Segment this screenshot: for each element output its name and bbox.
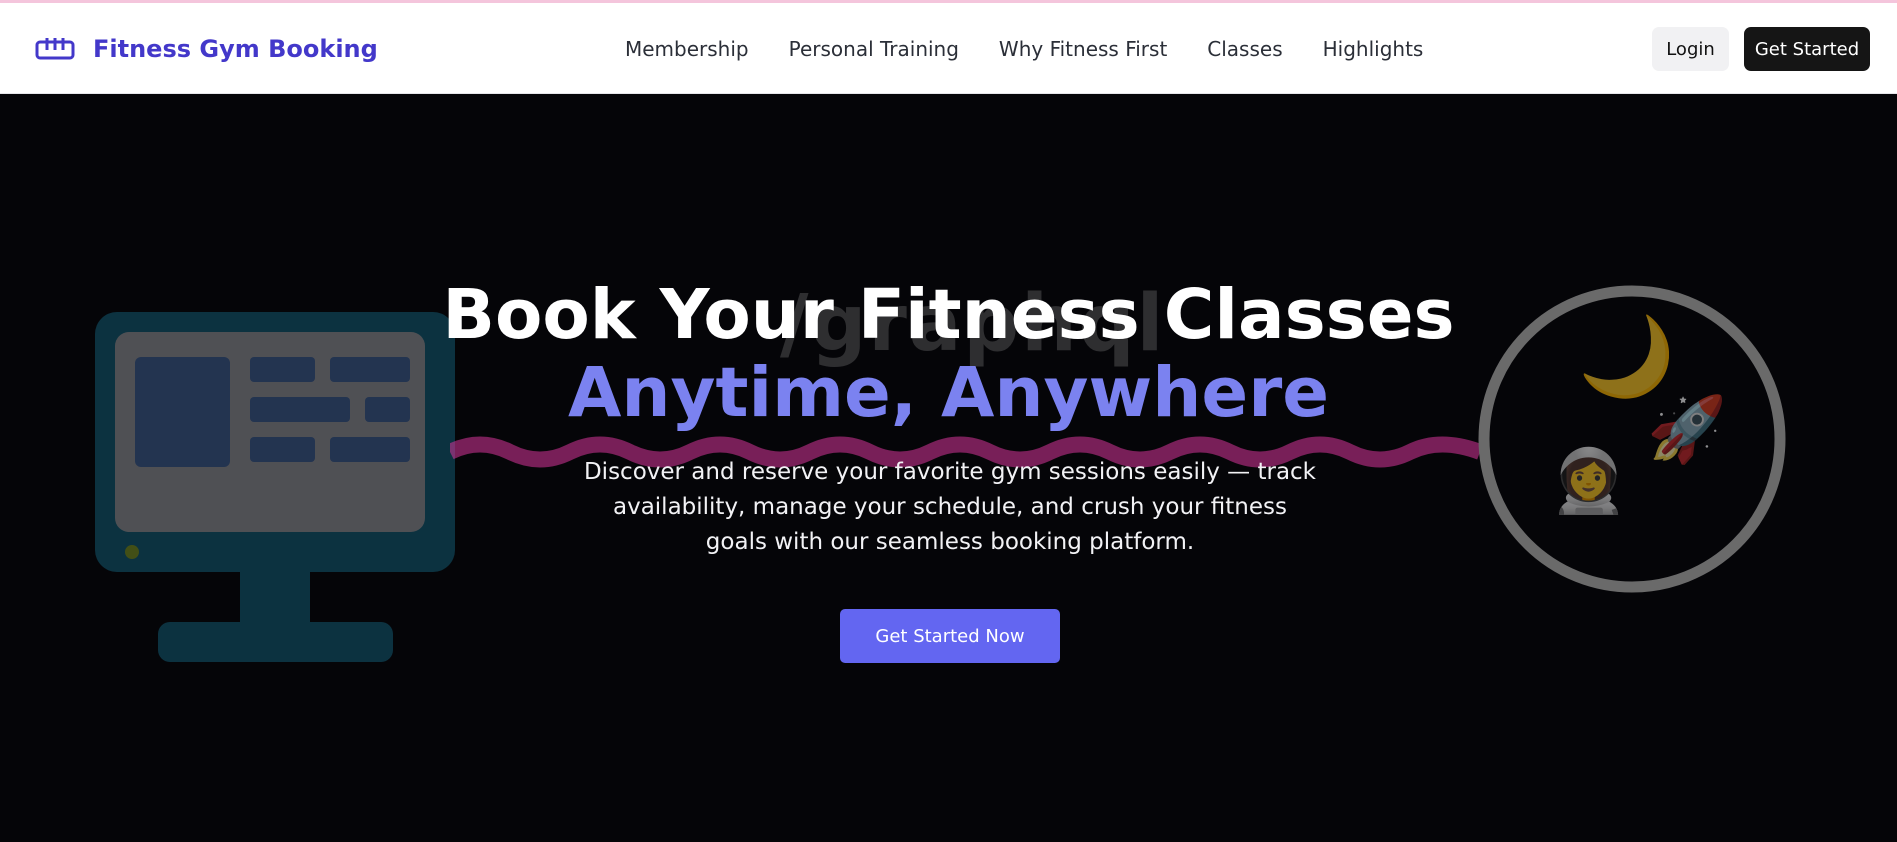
nav-link-membership[interactable]: Membership [625,37,749,61]
hero-section: /graphql 🌙 🚀 👩‍🚀 Book Your Fitness Class… [0,94,1897,842]
main-nav: Membership Personal Training Why Fitness… [625,3,1423,94]
navbar: Fitness Gym Booking Membership Personal … [0,3,1897,94]
hero-title: Book Your Fitness Classes [442,275,1455,355]
brand-logo[interactable]: Fitness Gym Booking [35,3,378,94]
hero-description: Discover and reserve your favorite gym s… [583,459,1317,555]
login-button[interactable]: Login [1652,27,1729,71]
get-started-now-button[interactable]: Get Started Now [840,609,1060,663]
brand-name: Fitness Gym Booking [93,34,378,63]
astronaut-icon: 👩‍🚀 [1550,444,1628,517]
nav-link-highlights[interactable]: Highlights [1323,37,1424,61]
nav-link-why-fitness-first[interactable]: Why Fitness First [999,37,1167,61]
get-started-button[interactable]: Get Started [1744,27,1870,71]
dumbbell-icon [35,37,75,59]
nav-link-personal-training[interactable]: Personal Training [789,37,959,61]
hero-title-accent: Anytime, Anywhere [567,353,1330,433]
nav-link-classes[interactable]: Classes [1207,37,1282,61]
